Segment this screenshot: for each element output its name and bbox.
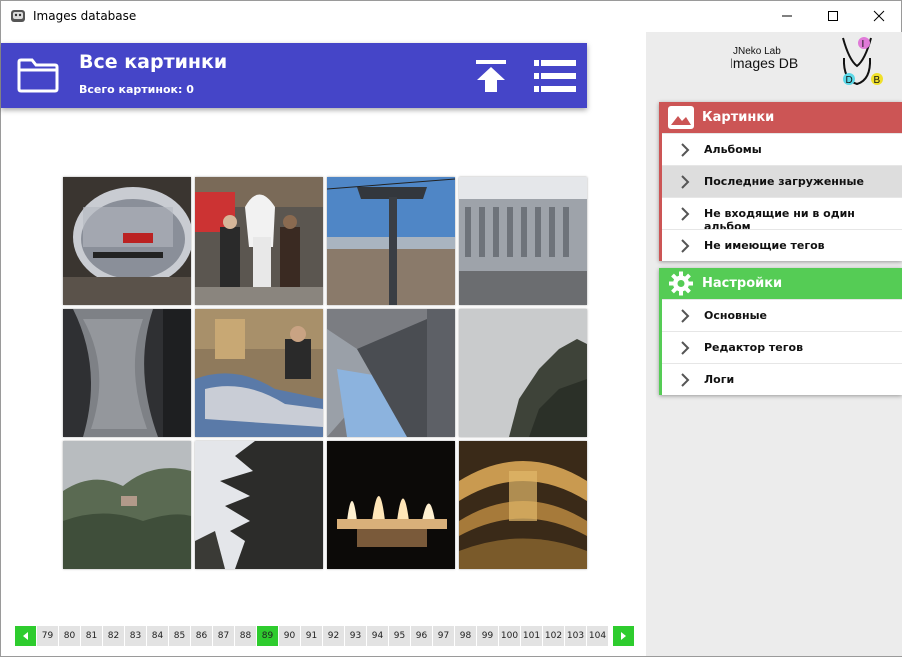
pagination: 79 80 81 82 83 84 85 86 87 88 89 90 91 92 93 94 95 96 97 98… — [1, 626, 646, 656]
thumbnail-building-facade[interactable] — [459, 177, 587, 305]
menu-item-untagged[interactable]: Не имеющие тегов — [662, 229, 902, 261]
page-button[interactable]: 94 — [367, 626, 388, 646]
page-button[interactable]: 103 — [565, 626, 586, 646]
thumbnail-night-fountain[interactable] — [327, 441, 455, 569]
page-button[interactable]: 85 — [169, 626, 190, 646]
main-content: Все картинки Всего картинок: 0 — [1, 32, 646, 626]
thumbnail-grid — [63, 177, 588, 570]
page-button[interactable]: 92 — [323, 626, 344, 646]
page-button[interactable]: 88 — [235, 626, 256, 646]
settings-menu: Настройки Основные Редактор тегов Логи — [659, 268, 902, 395]
thumbnail-tunnel-reflection[interactable] — [63, 177, 191, 305]
page-button-current[interactable]: 89 — [257, 626, 278, 646]
settings-menu-header[interactable]: Настройки — [662, 268, 902, 299]
chevron-right-icon — [681, 175, 690, 189]
image-count: Всего картинок: 0 — [79, 83, 194, 96]
next-page-button[interactable] — [613, 626, 634, 646]
page-button[interactable]: 101 — [521, 626, 542, 646]
side-panel: JNeko Lab Images DB I D B Картинки Альбо… — [646, 32, 902, 656]
page-button[interactable]: 79 — [37, 626, 58, 646]
chevron-right-icon — [681, 373, 690, 387]
pictures-menu: Картинки Альбомы Последние загруженные Н… — [659, 102, 902, 261]
thumbnail-foggy-forest[interactable] — [63, 441, 191, 569]
title-bar[interactable]: Images database — [1, 1, 901, 32]
maximize-button[interactable] — [810, 1, 856, 31]
page-button[interactable]: 97 — [433, 626, 454, 646]
page-button[interactable]: 99 — [477, 626, 498, 646]
app-icon — [11, 10, 25, 22]
page-title: Все картинки — [79, 51, 228, 73]
pictures-menu-title: Картинки — [702, 110, 775, 125]
prev-page-button[interactable] — [15, 626, 36, 646]
chevron-right-icon — [681, 239, 690, 253]
page-button[interactable]: 80 — [59, 626, 80, 646]
menu-item-albums[interactable]: Альбомы — [662, 133, 902, 165]
logo-letter-d: D — [846, 75, 853, 86]
page-button[interactable]: 83 — [125, 626, 146, 646]
thumbnail-mosaic-bench[interactable] — [195, 309, 323, 437]
header-bar: Все картинки Всего картинок: 0 — [1, 43, 587, 108]
arrow-right-icon — [621, 632, 626, 640]
maximize-icon — [828, 11, 838, 21]
pictures-menu-header[interactable]: Картинки — [662, 102, 902, 133]
thumbnail-misty-cliff[interactable] — [459, 309, 587, 437]
thumbnail-golden-ceiling[interactable] — [459, 441, 587, 569]
minimize-icon — [782, 15, 792, 17]
page-button[interactable]: 84 — [147, 626, 168, 646]
chevron-right-icon — [681, 309, 690, 323]
settings-menu-title: Настройки — [702, 276, 783, 291]
window-title: Images database — [33, 9, 137, 23]
page-button[interactable]: 90 — [279, 626, 300, 646]
thumbnail-window-rain[interactable] — [63, 309, 191, 437]
page-button[interactable]: 104 — [587, 626, 608, 646]
thumbnail-street-angel-performer[interactable] — [195, 177, 323, 305]
list-view-icon[interactable] — [532, 57, 578, 95]
thumbnail-street-sky[interactable] — [327, 309, 455, 437]
page-button[interactable]: 87 — [213, 626, 234, 646]
gear-icon — [669, 271, 693, 296]
page-button[interactable]: 100 — [499, 626, 520, 646]
thumbnail-cable-car-tower[interactable] — [327, 177, 455, 305]
image-icon — [668, 106, 694, 129]
menu-item-not-in-album[interactable]: Не входящие ни в один альбом — [662, 197, 902, 233]
page-button[interactable]: 91 — [301, 626, 322, 646]
menu-item-general[interactable]: Основные — [662, 299, 902, 331]
page-button[interactable]: 96 — [411, 626, 432, 646]
chevron-right-icon — [681, 143, 690, 157]
menu-item-recent-uploads[interactable]: Последние загруженные — [662, 165, 902, 197]
upload-icon[interactable] — [472, 57, 510, 95]
close-icon — [873, 10, 885, 22]
chevron-right-icon — [681, 207, 690, 221]
arrow-left-icon — [23, 632, 28, 640]
page-button[interactable]: 98 — [455, 626, 476, 646]
menu-item-logs[interactable]: Логи — [662, 363, 902, 395]
menu-item-tag-editor[interactable]: Редактор тегов — [662, 331, 902, 363]
thumbnail-cathedral-spires[interactable] — [195, 441, 323, 569]
page-button[interactable]: 102 — [543, 626, 564, 646]
close-button[interactable] — [856, 1, 902, 31]
page-button[interactable]: 81 — [81, 626, 102, 646]
page-button[interactable]: 86 — [191, 626, 212, 646]
app-window: Images database Все картинки Всего карти… — [0, 0, 902, 657]
logo-line2: Images DB — [731, 55, 798, 71]
page-button[interactable]: 95 — [389, 626, 410, 646]
logo-letter-i: I — [862, 39, 865, 50]
logo-letter-b: B — [874, 75, 881, 86]
minimize-button[interactable] — [764, 1, 810, 31]
folder-icon — [17, 58, 59, 93]
page-button[interactable]: 93 — [345, 626, 366, 646]
page-button[interactable]: 82 — [103, 626, 124, 646]
app-logo: JNeko Lab Images DB I D B — [731, 37, 883, 86]
chevron-right-icon — [681, 341, 690, 355]
